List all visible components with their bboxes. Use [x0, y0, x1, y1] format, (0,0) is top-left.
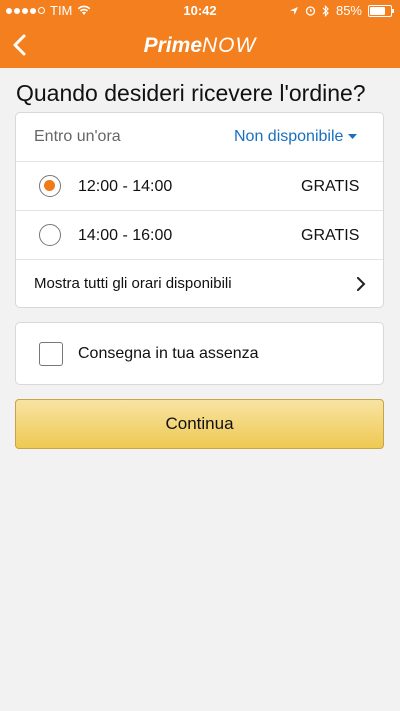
chevron-right-icon [357, 277, 366, 291]
unattended-delivery-card: Consegna in tua assenza [15, 322, 384, 385]
slot-time: 14:00 - 16:00 [78, 227, 173, 244]
alarm-icon [305, 6, 316, 16]
unattended-checkbox[interactable] [39, 342, 63, 366]
battery-percent: 85% [335, 3, 362, 18]
time-slot-row[interactable]: 14:00 - 16:00 GRATIS [16, 210, 383, 260]
logo-prime: Prime [143, 34, 203, 57]
slot-price: GRATIS [301, 178, 360, 195]
show-all-times-label: Mostra tutti gli orari disponibili [34, 275, 232, 292]
delivery-options-card: Entro un'ora Non disponibile 12:00 - 14:… [15, 112, 384, 308]
slot-radio-selected[interactable] [39, 175, 61, 197]
unattended-label: Consegna in tua assenza [78, 345, 259, 362]
show-all-times-row[interactable]: Mostra tutti gli orari disponibili [16, 259, 383, 308]
bluetooth-icon [322, 4, 329, 17]
time-slot-row[interactable]: 12:00 - 14:00 GRATIS [16, 161, 383, 211]
slot-price: GRATIS [301, 227, 360, 244]
slot-radio[interactable] [39, 224, 61, 246]
dropdown-caret-icon[interactable] [348, 134, 357, 140]
prime-now-logo: PrimeNOW [0, 34, 400, 58]
location-icon [289, 6, 298, 15]
status-bar: TIM 10:42 85% [0, 0, 400, 22]
within-hour-value[interactable]: Non disponibile [234, 128, 343, 146]
nav-bar: PrimeNOW [0, 22, 400, 68]
logo-now: NOW [202, 34, 257, 57]
page-title: Quando desideri ricevere l'ordine? [16, 80, 366, 106]
status-right: 85% [289, 3, 394, 18]
within-hour-row[interactable]: Entro un'ora Non disponibile [16, 113, 383, 161]
within-hour-label: Entro un'ora [34, 128, 121, 145]
continue-button[interactable]: Continua [15, 399, 384, 449]
battery-icon [368, 4, 394, 17]
slot-time: 12:00 - 14:00 [78, 178, 173, 195]
